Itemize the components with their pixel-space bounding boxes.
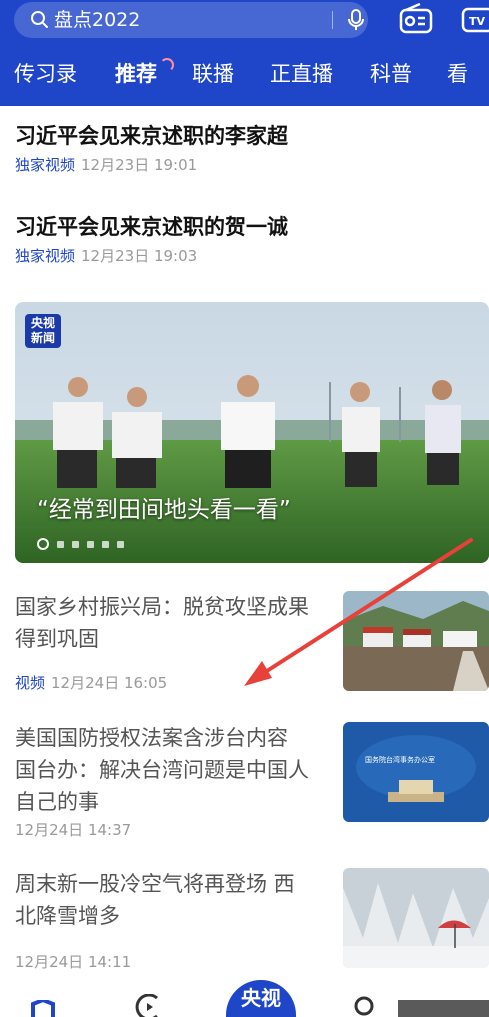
- news-thumbnail: [343, 868, 489, 968]
- news-tag: 视频: [15, 674, 46, 692]
- headline-meta: 独家视频 12月23日 19:03: [15, 246, 288, 266]
- carousel-dot[interactable]: [117, 540, 124, 548]
- overlay-bar: [398, 1000, 489, 1017]
- profile-icon[interactable]: [350, 996, 378, 1017]
- news-title: 美国国防授权法案含涉台内容 国台办：解决台湾问题是中国人自己的事: [15, 726, 309, 814]
- logo-line2: 新闻: [30, 331, 55, 345]
- radio-icon[interactable]: [398, 3, 434, 35]
- news-thumbnail: [343, 591, 489, 691]
- news-time: 12月24日 16:05: [51, 674, 168, 692]
- search-bar[interactable]: 盘点2022: [14, 2, 368, 38]
- tab-refresh-indicator: [160, 58, 174, 72]
- headline-time: 12月23日 19:01: [81, 156, 198, 174]
- news-time: 12月24日 14:11: [15, 953, 132, 971]
- home-icon[interactable]: [30, 1000, 56, 1017]
- news-meta: 12月24日 14:11: [15, 952, 131, 972]
- headline-item[interactable]: 习近平会见来京述职的贺一诚 独家视频 12月23日 19:03: [15, 212, 288, 266]
- tab-tuijian[interactable]: 推荐: [115, 56, 157, 92]
- news-title: 周末新一股冷空气将再登场 西北降雪增多: [15, 872, 295, 928]
- mic-icon[interactable]: [344, 8, 368, 32]
- search-query: 盘点2022: [54, 9, 141, 31]
- svg-text:TV: TV: [469, 15, 486, 28]
- news-meta: 12月24日 14:37: [15, 820, 131, 840]
- thumb-caption: 国务院台湾事务办公室: [365, 755, 435, 764]
- tv-icon[interactable]: TV: [460, 3, 489, 35]
- tab-zhengzhibo[interactable]: 正直播: [270, 56, 333, 92]
- news-item[interactable]: 国家乡村振兴局：脱贫攻坚成果得到巩固 视频 12月24日 16:05: [15, 591, 489, 695]
- carousel-dot[interactable]: [102, 540, 109, 548]
- logo-line1: 央视: [30, 316, 55, 330]
- news-item[interactable]: 美国国防授权法案含涉台内容 国台办：解决台湾问题是中国人自己的事 12月24日 …: [15, 722, 489, 839]
- bottom-navigation: 央视: [0, 980, 489, 1017]
- tab-chuanxilu[interactable]: 传习录: [14, 56, 77, 92]
- search-icon: [31, 11, 48, 28]
- news-item[interactable]: 周末新一股冷空气将再登场 西北降雪增多 12月24日 14:11: [15, 868, 489, 972]
- tab-kan[interactable]: 看: [447, 56, 468, 92]
- headline-item[interactable]: 习近平会见来京述职的李家超 独家视频 12月23日 19:01: [15, 121, 288, 175]
- video-icon[interactable]: [133, 994, 163, 1017]
- headline-tag: 独家视频: [15, 156, 76, 174]
- carousel-dot-active[interactable]: [37, 538, 49, 550]
- headline-meta: 独家视频 12月23日 19:01: [15, 155, 288, 175]
- headline-title: 习近平会见来京述职的贺一诚: [15, 215, 288, 239]
- news-meta: 视频 12月24日 16:05: [15, 673, 167, 693]
- cctv-news-logo: 央视 新闻: [25, 314, 61, 348]
- carousel-indicator[interactable]: [37, 538, 124, 550]
- cctv-center-button[interactable]: 央视: [226, 980, 296, 1017]
- tab-kepu[interactable]: 科普: [370, 56, 412, 92]
- tab-lianbo[interactable]: 联播: [192, 56, 234, 92]
- carousel-dot[interactable]: [72, 540, 79, 548]
- headline-time: 12月23日 19:03: [81, 247, 198, 265]
- news-time: 12月24日 14:37: [15, 821, 132, 839]
- search-divider: [332, 11, 333, 29]
- carousel-dot[interactable]: [57, 540, 64, 548]
- carousel-dot[interactable]: [87, 540, 94, 548]
- featured-banner[interactable]: 央视 新闻 “经常到田间地头看一看”: [15, 302, 489, 563]
- top-header: 盘点2022 TV 传习录 推荐 联播 正直播 科普 看: [0, 0, 489, 106]
- headline-title: 习近平会见来京述职的李家超: [15, 124, 288, 148]
- news-title: 国家乡村振兴局：脱贫攻坚成果得到巩固: [15, 595, 309, 651]
- headline-tag: 独家视频: [15, 247, 76, 265]
- news-thumbnail: 国务院台湾事务办公室: [343, 722, 489, 822]
- channel-tabs: 传习录 推荐 联播 正直播 科普 看: [0, 56, 489, 96]
- banner-caption: “经常到田间地头看一看”: [37, 497, 291, 523]
